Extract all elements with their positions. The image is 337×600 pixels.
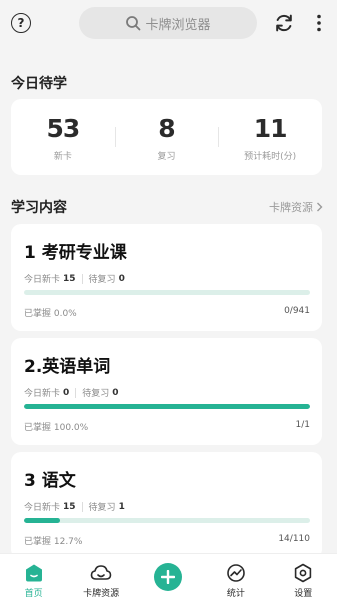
stat-estimated-time[interactable]: 11 预计耗时(分) — [218, 113, 322, 162]
nav-home[interactable]: 首页 — [4, 554, 64, 599]
search-icon — [126, 16, 141, 31]
meta-divider — [75, 387, 77, 398]
progress-fill — [24, 518, 61, 523]
course-footer: 已掌握 100.0% 1/1 — [24, 420, 310, 433]
mastered-percent: 已掌握 100.0% — [24, 423, 89, 433]
mastered-percent: 已掌握 0.0% — [24, 309, 77, 319]
course-card[interactable]: 3 语文 今日新卡 15 待复习 1 已掌握 12.7% 14/110 — [11, 452, 322, 559]
course-meta: 今日新卡 15 待复习 0 — [24, 272, 125, 285]
nav-label: 卡牌资源 — [83, 589, 120, 599]
course-meta: 今日新卡 0 待复习 0 — [24, 386, 119, 399]
new-cards-count: 0 — [63, 387, 70, 398]
stats-icon — [227, 564, 245, 582]
chevron-right-icon — [317, 202, 323, 212]
stat-label: 复习 — [157, 151, 176, 162]
nav-stats[interactable]: 统计 — [206, 554, 266, 599]
top-bar: ? 卡牌浏览器 — [0, 0, 337, 46]
mastered-percent: 已掌握 12.7% — [24, 537, 83, 547]
cloud-icon — [90, 565, 112, 580]
progress-bar — [24, 518, 310, 523]
stat-value: 8 — [158, 113, 175, 143]
card-resources-link-label: 卡牌资源 — [269, 201, 313, 214]
course-title: 3 语文 — [24, 471, 76, 491]
bottom-nav: 首页 卡牌资源 统计 设置 — [0, 553, 337, 600]
mastered-count: 0/941 — [284, 306, 310, 316]
review-label: 待复习 — [88, 275, 116, 285]
progress-fill — [24, 404, 310, 409]
nav-label: 首页 — [24, 589, 43, 599]
mastered-count: 14/110 — [278, 534, 310, 544]
settings-icon — [295, 563, 312, 583]
more-vertical-icon[interactable] — [310, 12, 328, 34]
course-card[interactable]: 2.英语单词 今日新卡 0 待复习 0 已掌握 100.0% 1/1 — [11, 338, 322, 445]
course-title: 2.英语单词 — [24, 357, 111, 377]
stat-new-cards[interactable]: 53 新卡 — [11, 113, 115, 162]
nav-settings[interactable]: 设置 — [273, 554, 333, 599]
mastered-count: 1/1 — [295, 420, 310, 430]
question-circle-icon[interactable]: ? — [11, 13, 31, 33]
card-resources-link[interactable]: 卡牌资源 — [269, 199, 323, 215]
review-count: 0 — [112, 387, 119, 398]
review-label: 待复习 — [82, 389, 110, 399]
stat-value: 53 — [46, 113, 80, 143]
review-count: 1 — [118, 501, 125, 512]
nav-label: 设置 — [294, 589, 313, 599]
progress-bar — [24, 290, 310, 295]
progress-bar — [24, 404, 310, 409]
new-cards-label: 今日新卡 — [24, 503, 61, 513]
stat-label: 预计耗时(分) — [244, 151, 297, 162]
today-stats-card: 53 新卡 8 复习 11 预计耗时(分) — [11, 99, 322, 175]
add-button[interactable] — [154, 563, 183, 591]
nav-label: 统计 — [226, 589, 245, 599]
nav-card-resources[interactable]: 卡牌资源 — [71, 554, 131, 599]
stat-label: 新卡 — [53, 151, 72, 162]
add-icon — [161, 570, 176, 584]
stat-value: 11 — [253, 113, 288, 143]
new-cards-count: 15 — [63, 273, 76, 284]
home-icon — [25, 564, 42, 582]
search-placeholder: 卡牌浏览器 — [145, 17, 211, 33]
today-section-title: 今日待学 — [11, 76, 67, 92]
stat-review[interactable]: 8 复习 — [114, 113, 219, 162]
course-footer: 已掌握 12.7% 14/110 — [24, 534, 310, 547]
new-cards-label: 今日新卡 — [24, 275, 61, 285]
meta-divider — [81, 273, 83, 284]
review-count: 0 — [118, 273, 125, 284]
course-card[interactable]: 1 考研专业课 今日新卡 15 待复习 0 已掌握 0.0% 0/941 — [11, 224, 322, 331]
course-title: 1 考研专业课 — [24, 243, 127, 263]
new-cards-count: 15 — [63, 501, 76, 512]
content-section-title: 学习内容 — [11, 200, 67, 216]
sync-icon[interactable] — [273, 12, 295, 34]
nav-add[interactable] — [138, 554, 198, 591]
search-bar[interactable]: 卡牌浏览器 — [79, 7, 257, 39]
course-meta: 今日新卡 15 待复习 1 — [24, 500, 125, 513]
meta-divider — [81, 501, 83, 512]
review-label: 待复习 — [88, 503, 116, 513]
course-footer: 已掌握 0.0% 0/941 — [24, 306, 310, 319]
new-cards-label: 今日新卡 — [24, 389, 61, 399]
